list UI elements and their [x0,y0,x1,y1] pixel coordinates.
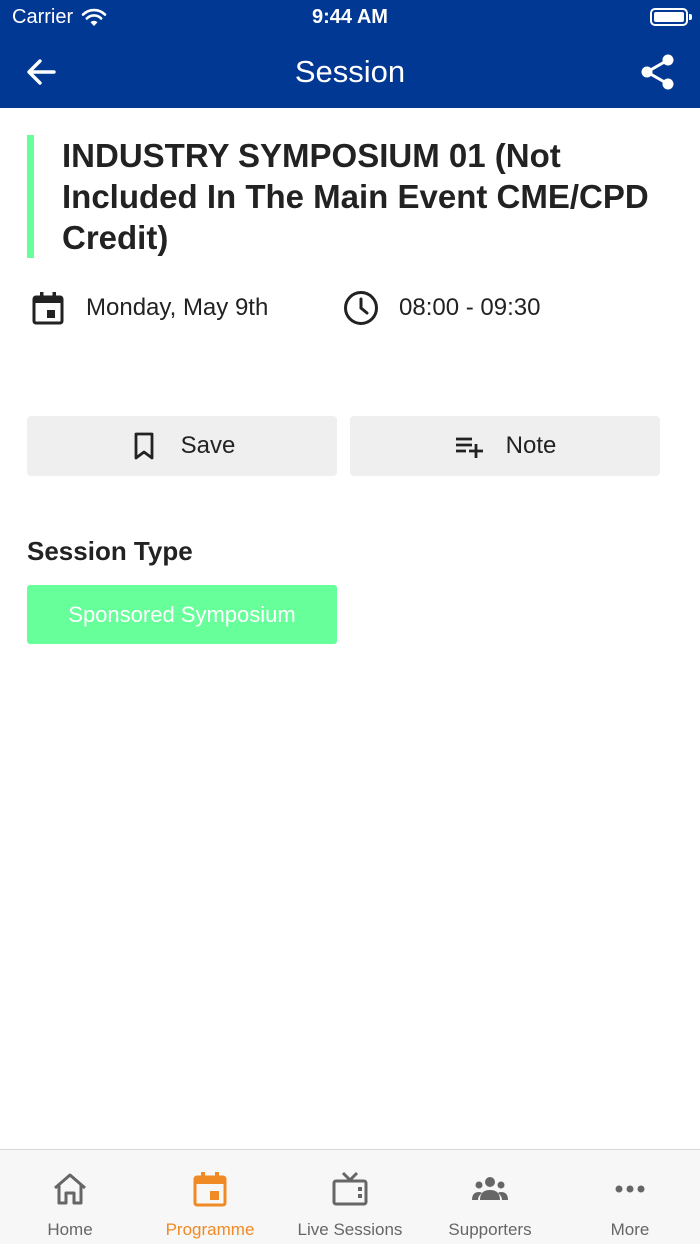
page-title: Session [294,54,406,89]
calendar-icon [193,1172,227,1207]
tab-live-sessions[interactable]: Live Sessions [280,1150,420,1244]
tab-bar: Home Programme Live Sessions Supporters … [0,1149,700,1244]
more-icon [615,1185,645,1193]
tab-programme[interactable]: Programme [140,1150,280,1244]
session-time-text: 08:00 - 09:30 [399,294,541,321]
clock-icon [344,291,378,325]
save-label: Save [180,432,236,459]
home-icon [54,1173,86,1205]
tab-live-sessions-label: Live Sessions [297,1220,403,1239]
session-date: Monday, May 9th [30,288,268,328]
tab-supporters-label: Supporters [448,1220,532,1239]
playlist-add-icon [455,437,483,458]
session-time: 08:00 - 09:30 [343,288,540,328]
tab-home-label: Home [47,1220,93,1239]
nav-bar: Session [0,36,700,108]
note-label: Note [505,432,557,459]
session-type-badge[interactable]: Sponsored Symposium [27,585,337,644]
battery-icon [650,8,692,26]
tab-home[interactable]: Home [0,1150,140,1244]
tab-more-label: More [610,1220,650,1239]
top-bar: Carrier 9:44 AM Session [0,0,700,108]
session-meta: Monday, May 9th 08:00 - 09:30 [30,288,670,328]
status-time: 9:44 AM [312,6,388,28]
session-type-heading: Session Type [27,536,193,566]
bookmark-icon [134,432,154,460]
session-title-block: INDUSTRY SYMPOSIUM 01 (Not Included In T… [27,135,667,258]
note-button[interactable]: Note [350,416,660,476]
tab-supporters[interactable]: Supporters [420,1150,560,1244]
session-date-text: Monday, May 9th [86,294,269,321]
share-button[interactable] [638,52,678,92]
session-type-text: Sponsored Symposium [68,601,296,627]
session-actions: Save Note [27,416,660,476]
calendar-icon [32,292,64,325]
save-button[interactable]: Save [27,416,337,476]
session-title: INDUSTRY SYMPOSIUM 01 (Not Included In T… [62,137,649,256]
tv-icon [332,1171,368,1206]
share-icon [641,54,674,90]
people-icon [472,1177,508,1200]
session-screen: Carrier 9:44 AM Session INDUSTRY SYMPOSI… [0,0,700,1244]
status-bar: Carrier 9:44 AM [0,0,700,36]
tab-programme-label: Programme [165,1220,255,1239]
tab-more[interactable]: More [560,1150,700,1244]
